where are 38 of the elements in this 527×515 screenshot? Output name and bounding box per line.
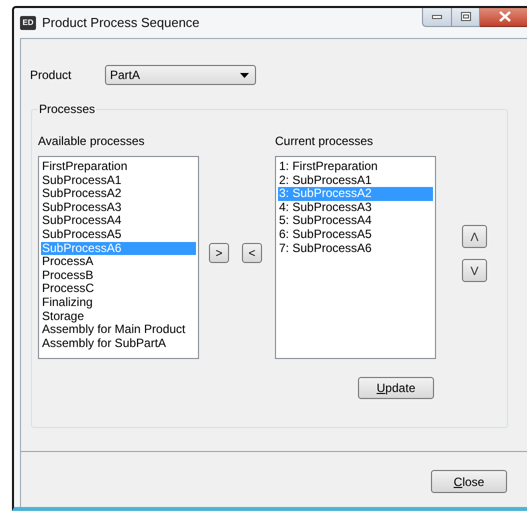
dropdown-arrow-icon bbox=[240, 72, 249, 78]
list-item[interactable]: SubProcessA5 bbox=[41, 228, 196, 242]
close-window-button[interactable] bbox=[480, 8, 527, 27]
maximize-icon bbox=[460, 12, 470, 21]
list-item[interactable]: 1: FirstPreparation bbox=[278, 160, 433, 174]
list-label: Available processes bbox=[38, 134, 146, 150]
list-item[interactable]: ProcessB bbox=[41, 268, 196, 282]
product-label: Product bbox=[30, 67, 72, 84]
app-icon: ED bbox=[20, 16, 36, 30]
maximize-button[interactable] bbox=[452, 8, 480, 27]
list-item[interactable]: 5: SubProcessA4 bbox=[278, 214, 433, 228]
list-item[interactable]: Assembly for Main Product bbox=[41, 323, 196, 337]
move-down-button[interactable]: V bbox=[462, 259, 487, 282]
update-button[interactable]: Update bbox=[358, 377, 434, 399]
list-item[interactable]: SubProcessA1 bbox=[41, 174, 196, 188]
window-title: Product Process Sequence bbox=[42, 14, 200, 32]
list-item[interactable]: SubProcessA2 bbox=[41, 187, 196, 201]
remove-button[interactable]: < bbox=[242, 243, 262, 263]
list-item[interactable]: SubProcessA3 bbox=[41, 200, 196, 214]
list-item[interactable]: Storage bbox=[41, 310, 196, 324]
close-icon bbox=[498, 11, 510, 22]
list-item[interactable]: 4: SubProcessA3 bbox=[278, 200, 433, 214]
list-item[interactable]: 7: SubProcessA6 bbox=[278, 242, 433, 256]
list-item[interactable]: Assembly for SubPartA bbox=[41, 336, 196, 350]
close-button[interactable]: Close bbox=[431, 470, 507, 493]
list-item[interactable]: 2: SubProcessA1 bbox=[278, 174, 433, 188]
list-item[interactable]: SubProcessA4 bbox=[41, 214, 196, 228]
product-dropdown[interactable]: PartA bbox=[105, 65, 256, 85]
list-label: Current processes bbox=[275, 134, 374, 150]
move-up-button[interactable]: Λ bbox=[462, 225, 487, 248]
minimize-button[interactable] bbox=[422, 8, 452, 27]
list-item[interactable]: FirstPreparation bbox=[41, 160, 196, 174]
list-item[interactable]: Finalizing bbox=[41, 296, 196, 310]
minimize-icon bbox=[432, 14, 442, 18]
list-item[interactable]: 6: SubProcessA5 bbox=[278, 228, 433, 242]
list-item[interactable]: ProcessC bbox=[41, 282, 196, 296]
list-item[interactable]: ProcessA bbox=[41, 255, 196, 269]
add-button[interactable]: > bbox=[209, 243, 229, 263]
